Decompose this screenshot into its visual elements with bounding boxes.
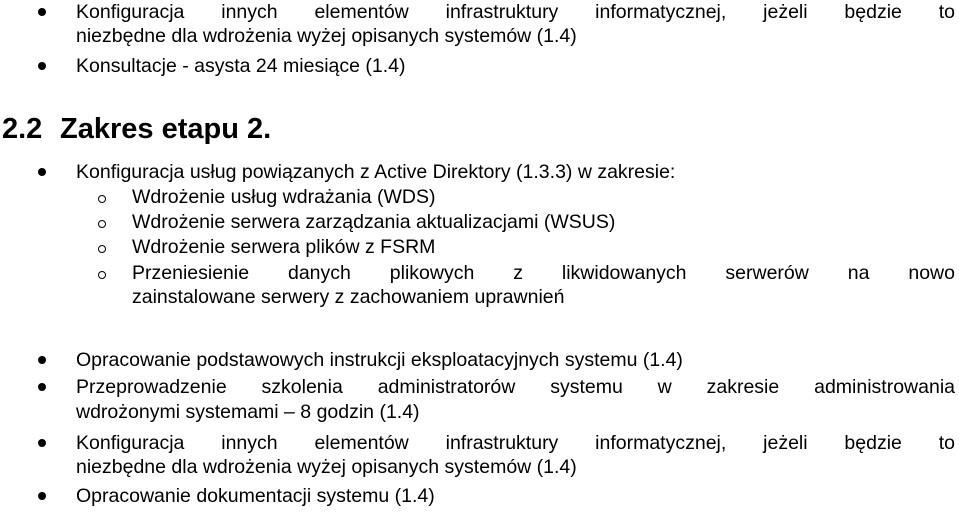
bullet-icon xyxy=(38,383,46,391)
sub-list-item-text: Wdrożenie serwera plików z FSRM xyxy=(132,236,436,258)
list-item-text: Przeprowadzenie szkolenia administratoró… xyxy=(76,376,955,398)
section-heading: 2.2 Zakres etapu 2. xyxy=(2,112,271,146)
circle-bullet-icon xyxy=(98,195,106,203)
circle-bullet-icon xyxy=(98,271,106,279)
bullet-icon xyxy=(38,356,46,364)
sub-list-item-text: Wdrożenie serwera zarządzania aktualizac… xyxy=(132,211,616,233)
bullet-icon xyxy=(38,62,46,70)
sub-list-item-text: Przeniesienie danych plikowych z likwido… xyxy=(132,262,955,284)
section-title: Zakres etapu 2. xyxy=(60,113,272,145)
bullet-icon xyxy=(38,439,46,447)
bullet-icon xyxy=(38,492,46,500)
list-item-text: Konfiguracja innych elementów infrastruk… xyxy=(76,432,955,454)
list-item-text: Konfiguracja innych elementów infrastruk… xyxy=(76,1,955,23)
bullet-icon xyxy=(38,168,46,176)
list-item-text: Opracowanie podstawowych instrukcji eksp… xyxy=(76,349,683,371)
circle-bullet-icon xyxy=(98,245,106,253)
sub-list-item-text: zainstalowane serwery z zachowaniem upra… xyxy=(132,286,565,308)
section-number: 2.2 xyxy=(2,113,43,145)
list-item-text: wdrożonymi systemami – 8 godzin (1.4) xyxy=(76,401,420,423)
sub-list-item-text: Wdrożenie usług wdrażania (WDS) xyxy=(132,186,436,208)
list-item-text: Konfiguracja usług powiązanych z Active … xyxy=(76,161,676,183)
list-item-text: niezbędne dla wdrożenia wyżej opisanych … xyxy=(76,25,577,47)
bullet-icon xyxy=(38,8,46,16)
list-item-text: Konsultacje - asysta 24 miesiące (1.4) xyxy=(76,55,406,77)
circle-bullet-icon xyxy=(98,220,106,228)
list-item-text: Opracowanie dokumentacji systemu (1.4) xyxy=(76,485,435,507)
list-item-text: niezbędne dla wdrożenia wyżej opisanych … xyxy=(76,456,577,478)
